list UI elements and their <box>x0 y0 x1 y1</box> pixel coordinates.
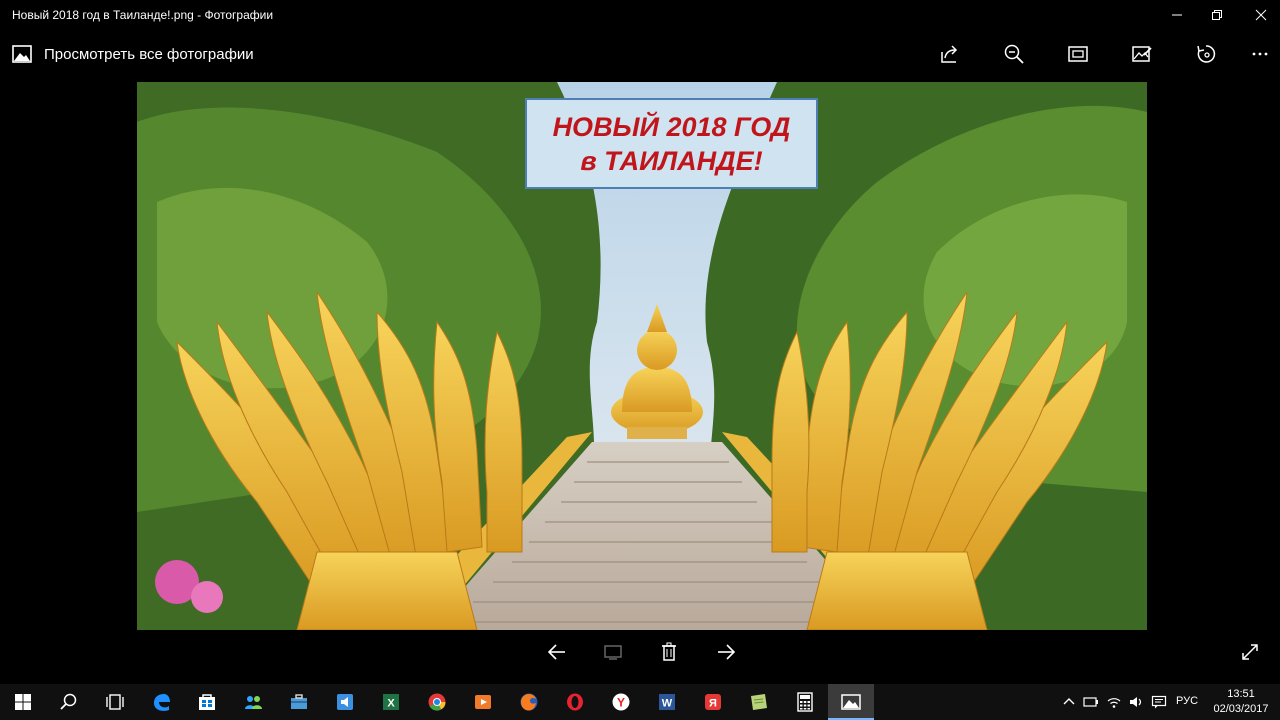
excel-icon: X <box>383 694 399 710</box>
navigation-bar <box>0 632 1280 672</box>
chrome-icon <box>428 693 446 711</box>
taskbar-app-photos[interactable] <box>828 684 874 720</box>
svg-text:W: W <box>662 698 673 710</box>
people-icon <box>245 696 262 709</box>
taskbar-app-notes[interactable] <box>736 684 782 720</box>
word-icon: W <box>659 694 675 710</box>
caption-line-2: в ТАИЛАНДЕ! <box>580 145 763 176</box>
slideshow-button[interactable] <box>1062 38 1094 70</box>
taskbar-app-yandex[interactable]: Y <box>598 684 644 720</box>
taskbar-app-excel[interactable]: X <box>368 684 414 720</box>
opera-icon <box>567 693 583 711</box>
show-hidden-icons-button[interactable] <box>1060 684 1078 720</box>
firefox-icon <box>520 693 538 711</box>
photo-icon <box>12 45 32 63</box>
rotate-icon <box>1197 45 1216 63</box>
maximize-button[interactable] <box>1194 0 1240 30</box>
taskbar-app-yandex-browser[interactable]: Я <box>690 684 736 720</box>
cast-button[interactable] <box>597 636 629 668</box>
wifi-icon <box>1107 698 1121 708</box>
taskbar: X Y W Я РУС 13:51 02/03/2017 <box>0 684 1280 720</box>
notes-icon <box>751 694 767 710</box>
restore-icon <box>1212 10 1222 20</box>
fullscreen-icon <box>1242 644 1258 660</box>
input-language-indicator[interactable]: РУС <box>1176 695 1198 707</box>
tray-battery-button[interactable] <box>1082 684 1100 720</box>
delete-button[interactable] <box>653 636 685 668</box>
arrow-right-icon <box>718 644 736 660</box>
tray-notifications-button[interactable] <box>1150 684 1168 720</box>
clock-time: 13:51 <box>1227 688 1255 700</box>
edit-icon <box>1132 46 1152 62</box>
view-all-photos-button[interactable]: Просмотреть все фотографии <box>12 42 254 66</box>
tray-network-button[interactable] <box>1105 684 1123 720</box>
slideshow-icon <box>1068 46 1088 62</box>
share-button[interactable] <box>934 38 966 70</box>
minimize-icon <box>1172 14 1182 16</box>
yandex-browser-icon: Я <box>705 694 721 710</box>
search-icon <box>60 693 77 710</box>
close-icon <box>1255 9 1267 21</box>
close-button[interactable] <box>1238 0 1280 30</box>
zoom-out-icon <box>1004 44 1024 64</box>
zoom-out-button[interactable] <box>998 38 1030 70</box>
more-icon <box>1252 52 1268 56</box>
app-bar: Просмотреть все фотографии <box>0 30 1280 76</box>
delete-icon <box>662 642 676 661</box>
cast-icon <box>604 645 622 660</box>
edit-create-button[interactable] <box>1126 38 1158 70</box>
store-icon <box>199 694 215 710</box>
taskbar-clock[interactable]: 13:51 02/03/2017 <box>1208 687 1274 717</box>
notification-icon <box>1151 695 1167 709</box>
tray-volume-button[interactable] <box>1127 684 1145 720</box>
svg-text:Я: Я <box>709 698 717 710</box>
previous-photo-button[interactable] <box>541 636 573 668</box>
rotate-button[interactable] <box>1190 38 1222 70</box>
taskbar-app-opera[interactable] <box>552 684 598 720</box>
taskbar-app-audio[interactable] <box>322 684 368 720</box>
yandex-icon: Y <box>612 693 630 711</box>
taskbar-app-chrome[interactable] <box>414 684 460 720</box>
edge-icon <box>154 694 170 711</box>
svg-text:Y: Y <box>617 696 625 710</box>
taskbar-app-store[interactable] <box>184 684 230 720</box>
clock-date: 02/03/2017 <box>1213 703 1269 715</box>
taskbar-app-word[interactable]: W <box>644 684 690 720</box>
photos-icon <box>841 694 861 710</box>
start-button[interactable] <box>0 684 46 720</box>
taskbar-app-media-player[interactable] <box>460 684 506 720</box>
next-photo-button[interactable] <box>710 636 742 668</box>
task-view-button[interactable] <box>92 684 138 720</box>
taskbar-app-edge[interactable] <box>138 684 184 720</box>
photo-view[interactable]: НОВЫЙ 2018 ГОД в ТАИЛАНДЕ! <box>137 82 1147 630</box>
fullscreen-button[interactable] <box>1234 636 1266 668</box>
more-options-button[interactable] <box>1244 38 1276 70</box>
battery-icon <box>1083 697 1098 707</box>
svg-text:X: X <box>387 698 395 710</box>
chevron-up-icon <box>1063 698 1075 705</box>
taskbar-app-firefox[interactable] <box>506 684 552 720</box>
windows-logo-icon <box>15 694 31 710</box>
window-title: Новый 2018 год в Таиланде!.png - Фотогра… <box>12 8 274 22</box>
volume-icon <box>1130 697 1142 707</box>
share-icon <box>941 45 958 63</box>
taskbar-app-people[interactable] <box>230 684 276 720</box>
media-player-icon <box>475 695 491 709</box>
caption-line-1: НОВЫЙ 2018 ГОД <box>552 111 791 142</box>
audio-app-icon <box>337 694 353 710</box>
calculator-icon <box>797 692 813 712</box>
title-bar: Новый 2018 год в Таиланде!.png - Фотогра… <box>0 0 1280 30</box>
photo-caption-box: НОВЫЙ 2018 ГОД в ТАИЛАНДЕ! <box>525 98 818 189</box>
taskbar-app-briefcase[interactable] <box>276 684 322 720</box>
task-view-icon <box>106 694 124 710</box>
briefcase-icon <box>291 694 307 709</box>
arrow-left-icon <box>547 644 565 660</box>
taskbar-app-calculator[interactable] <box>782 684 828 720</box>
view-all-photos-label: Просмотреть все фотографии <box>44 45 254 63</box>
search-button[interactable] <box>46 684 92 720</box>
